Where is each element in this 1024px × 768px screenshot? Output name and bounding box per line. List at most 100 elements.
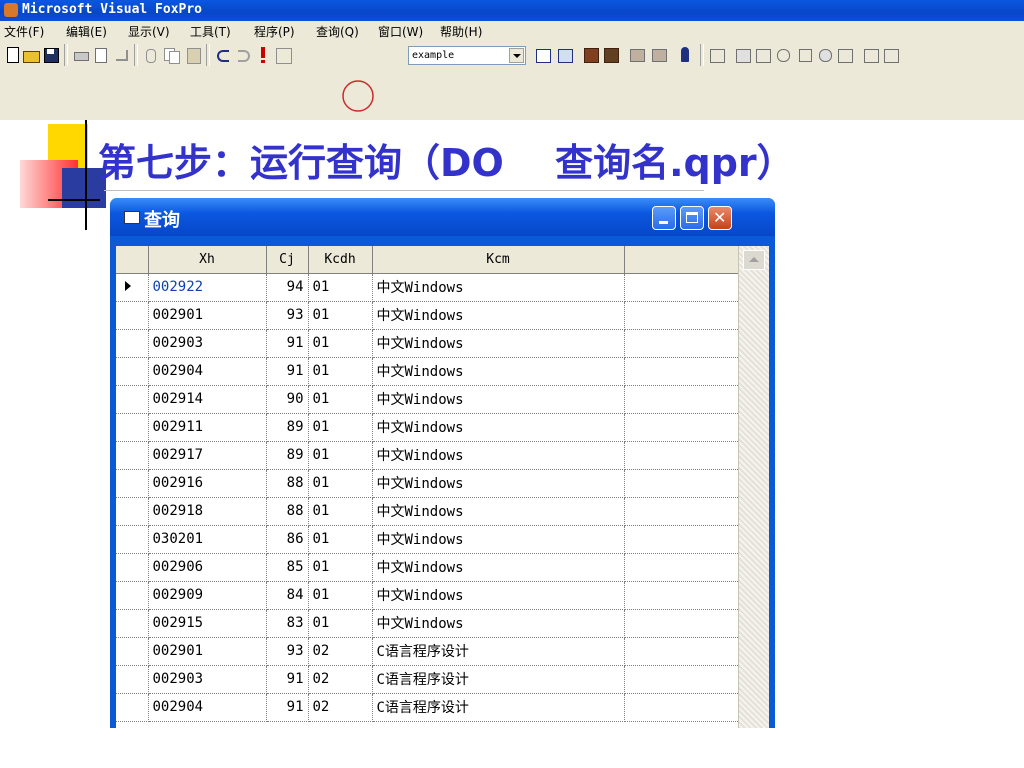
run-exclamation-icon[interactable]: [254, 46, 272, 64]
new-file-icon[interactable]: [4, 46, 22, 64]
cell-kcm[interactable]: 中文Windows: [372, 413, 625, 442]
cell-kcdh[interactable]: 01: [308, 413, 373, 442]
autoform-icon[interactable]: [628, 46, 646, 64]
print-icon[interactable]: [72, 46, 90, 64]
cell-xh[interactable]: 030201: [148, 525, 267, 554]
row-selector[interactable]: [116, 357, 149, 386]
cell-kcm[interactable]: 中文Windows: [372, 497, 625, 526]
cell-xh[interactable]: 002915: [148, 609, 267, 638]
cell-kcm[interactable]: 中文Windows: [372, 469, 625, 498]
row-selector[interactable]: [116, 581, 149, 610]
cell-kcm[interactable]: 中文Windows: [372, 329, 625, 358]
cell-kcm[interactable]: C语言程序设计: [372, 665, 625, 694]
cell-kcdh[interactable]: 02: [308, 637, 373, 666]
vertical-scrollbar[interactable]: [738, 246, 769, 728]
cell-kcdh[interactable]: 01: [308, 609, 373, 638]
connections-icon[interactable]: [774, 46, 792, 64]
cell-extra[interactable]: [624, 609, 740, 638]
cell-xh[interactable]: 002909: [148, 581, 267, 610]
cell-kcm[interactable]: 中文Windows: [372, 609, 625, 638]
cell-xh[interactable]: 002901: [148, 301, 267, 330]
row-selector[interactable]: [116, 329, 149, 358]
menu-help[interactable]: 帮助(H): [440, 23, 482, 40]
cell-cj[interactable]: 90: [266, 385, 309, 414]
cell-xh[interactable]: 002911: [148, 413, 267, 442]
cell-kcm[interactable]: 中文Windows: [372, 385, 625, 414]
row-selector[interactable]: [116, 609, 149, 638]
cell-kcm[interactable]: 中文Windows: [372, 525, 625, 554]
table-row[interactable]: 030201 86 01 中文Windows: [116, 525, 740, 554]
cell-kcdh[interactable]: 01: [308, 497, 373, 526]
cell-extra[interactable]: [624, 525, 740, 554]
table-row[interactable]: 002911 89 01 中文Windows: [116, 413, 740, 442]
cell-kcm[interactable]: C语言程序设计: [372, 693, 625, 722]
cell-kcdh[interactable]: 01: [308, 385, 373, 414]
paste-icon[interactable]: [184, 46, 202, 64]
cell-kcm[interactable]: 中文Windows: [372, 273, 625, 302]
spelling-icon[interactable]: [112, 46, 130, 64]
palette-icon[interactable]: [816, 46, 834, 64]
menu-tools[interactable]: 工具(T): [190, 23, 231, 40]
table-row[interactable]: 002914 90 01 中文Windows: [116, 385, 740, 414]
layout-icon[interactable]: [708, 46, 726, 64]
table-row[interactable]: 002903 91 01 中文Windows: [116, 329, 740, 358]
copy-icon[interactable]: [162, 46, 180, 64]
cell-extra[interactable]: [624, 553, 740, 582]
cell-xh[interactable]: 002903: [148, 329, 267, 358]
cell-cj[interactable]: 89: [266, 441, 309, 470]
column-header-kcm[interactable]: Kcm: [372, 246, 625, 274]
cell-extra[interactable]: [624, 357, 740, 386]
cell-cj[interactable]: 94: [266, 273, 309, 302]
close-button[interactable]: ✕: [708, 206, 732, 230]
autoreport-icon[interactable]: [650, 46, 668, 64]
cell-extra[interactable]: [624, 693, 740, 722]
cell-xh[interactable]: 002917: [148, 441, 267, 470]
cell-extra[interactable]: [624, 301, 740, 330]
class-browser-icon[interactable]: [862, 46, 880, 64]
modify-form-icon[interactable]: [274, 46, 292, 64]
tools-icon[interactable]: [796, 46, 814, 64]
cell-kcm[interactable]: 中文Windows: [372, 441, 625, 470]
cell-kcdh[interactable]: 02: [308, 693, 373, 722]
cell-cj[interactable]: 91: [266, 357, 309, 386]
cell-extra[interactable]: [624, 665, 740, 694]
cell-cj[interactable]: 83: [266, 609, 309, 638]
table-row[interactable]: 002918 88 01 中文Windows: [116, 497, 740, 526]
cell-extra[interactable]: [624, 385, 740, 414]
table-row[interactable]: 002901 93 02 C语言程序设计: [116, 637, 740, 666]
cell-extra[interactable]: [624, 497, 740, 526]
cell-extra[interactable]: [624, 413, 740, 442]
column-header-kcdh[interactable]: Kcdh: [308, 246, 373, 274]
scroll-up-arrow-icon[interactable]: [743, 250, 765, 270]
cell-kcdh[interactable]: 01: [308, 273, 373, 302]
cell-xh[interactable]: 002918: [148, 497, 267, 526]
row-selector[interactable]: [116, 637, 149, 666]
cell-kcdh[interactable]: 01: [308, 553, 373, 582]
cell-cj[interactable]: 86: [266, 525, 309, 554]
cell-cj[interactable]: 91: [266, 693, 309, 722]
print-preview-icon[interactable]: [92, 46, 110, 64]
component-gallery-icon[interactable]: [882, 46, 900, 64]
table-row[interactable]: 002904 91 02 C语言程序设计: [116, 693, 740, 722]
cut-icon[interactable]: [142, 46, 160, 64]
cell-kcm[interactable]: 中文Windows: [372, 553, 625, 582]
redo-icon[interactable]: [234, 46, 252, 64]
grid-layout-icon[interactable]: [836, 46, 854, 64]
row-selector[interactable]: [116, 497, 149, 526]
report-wizard-icon[interactable]: [602, 46, 620, 64]
cell-kcdh[interactable]: 01: [308, 441, 373, 470]
row-selector[interactable]: [116, 525, 149, 554]
cell-xh[interactable]: 002901: [148, 637, 267, 666]
row-selector[interactable]: [116, 553, 149, 582]
database-combo[interactable]: example: [408, 46, 526, 65]
cell-kcdh[interactable]: 01: [308, 329, 373, 358]
command-window-icon[interactable]: [534, 46, 552, 64]
undo-icon[interactable]: [214, 46, 232, 64]
save-icon[interactable]: [42, 46, 60, 64]
cell-kcdh[interactable]: 01: [308, 301, 373, 330]
chevron-down-icon[interactable]: [509, 48, 524, 63]
table-row[interactable]: 002901 93 01 中文Windows: [116, 301, 740, 330]
cell-kcdh[interactable]: 02: [308, 665, 373, 694]
data-session-icon[interactable]: [556, 46, 574, 64]
row-selector[interactable]: [116, 693, 149, 722]
